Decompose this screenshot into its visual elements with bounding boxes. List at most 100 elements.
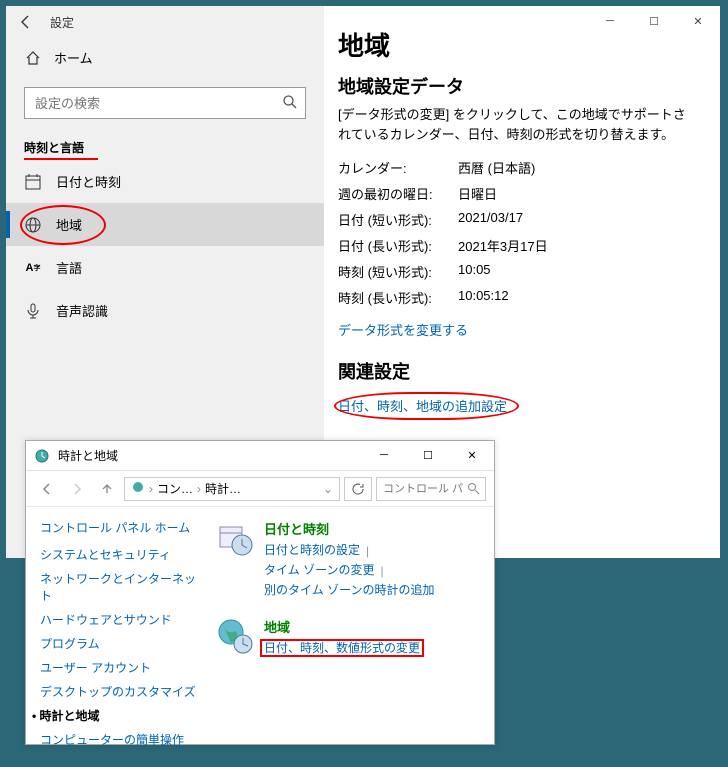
- nav-datetime-label: 日付と時刻: [56, 172, 121, 191]
- breadcrumb-icon: [131, 480, 145, 497]
- language-icon: A字: [24, 259, 42, 277]
- nav-region-label: 地域: [56, 215, 82, 234]
- search-input[interactable]: [24, 87, 306, 119]
- link-number-format[interactable]: 日付、時刻、数値形式の変更: [264, 641, 420, 655]
- home-label: ホーム: [54, 48, 93, 67]
- nav-speech[interactable]: 音声認識: [6, 289, 324, 332]
- separator: |: [366, 544, 369, 558]
- home-nav[interactable]: ホーム: [6, 38, 324, 77]
- globe-icon: [24, 216, 42, 234]
- link-timezone-change[interactable]: タイム ゾーンの変更: [264, 561, 375, 578]
- section-subheading: 地域設定データ: [338, 73, 696, 99]
- chevron-down-icon[interactable]: ⌄: [323, 482, 333, 496]
- row-longtime: 時刻 (長い形式):10:05:12: [338, 288, 696, 307]
- close-button[interactable]: ✕: [676, 6, 720, 36]
- search-wrap: [24, 87, 306, 119]
- cp-body: コントロール パネル ホーム システムとセキュリティ ネットワークとインターネッ…: [26, 507, 494, 767]
- link-add-clock[interactable]: 別のタイム ゾーンの時計の追加: [264, 581, 435, 598]
- nav-back-button[interactable]: [34, 476, 60, 502]
- side-item-ease[interactable]: コンピューターの簡単操作: [40, 731, 200, 748]
- section-text: 時刻と言語: [24, 141, 84, 155]
- microphone-icon: [24, 302, 42, 320]
- breadcrumb[interactable]: › コン… › 時計… ⌄: [124, 477, 340, 501]
- side-item-clock-region[interactable]: • 時計と地域: [40, 707, 200, 724]
- maximize-button[interactable]: ☐: [632, 6, 676, 36]
- firstday-key: 週の最初の曜日:: [338, 184, 458, 203]
- link-datetime-settings[interactable]: 日付と時刻の設定: [264, 541, 360, 558]
- row-longdate: 日付 (長い形式):2021年3月17日: [338, 236, 696, 255]
- longtime-val: 10:05:12: [458, 288, 509, 307]
- cp-home-link[interactable]: コントロール パネル ホーム: [40, 519, 200, 536]
- cp-nav-bar: › コン… › 時計… ⌄: [26, 471, 494, 507]
- side-item-network[interactable]: ネットワークとインターネット: [40, 570, 200, 604]
- firstday-val: 日曜日: [458, 184, 497, 203]
- row-shortdate: 日付 (短い形式):2021/03/17: [338, 210, 696, 229]
- row-calendar: カレンダー:西暦 (日本語): [338, 158, 696, 177]
- cp-main: 日付と時刻 日付と時刻の設定 | タイム ゾーンの変更 | 別のタイム ゾーンの…: [216, 519, 480, 755]
- nav-forward-button[interactable]: [64, 476, 90, 502]
- longtime-key: 時刻 (長い形式):: [338, 288, 458, 307]
- longdate-key: 日付 (長い形式):: [338, 236, 458, 255]
- row-firstday: 週の最初の曜日:日曜日: [338, 184, 696, 203]
- cp-maximize-button[interactable]: ☐: [406, 441, 450, 469]
- chevron-right-icon: ›: [149, 482, 153, 496]
- home-icon: [24, 49, 42, 67]
- cat-datetime-title[interactable]: 日付と時刻: [264, 519, 435, 538]
- nav-datetime[interactable]: 日付と時刻: [6, 160, 324, 203]
- separator: |: [381, 564, 384, 578]
- change-format-link[interactable]: データ形式を変更する: [338, 320, 468, 339]
- category-region-body: 地域 日付、時刻、数値形式の変更: [264, 617, 420, 656]
- cp-minimize-button[interactable]: ─: [362, 441, 406, 469]
- related-link-wrap: 日付、時刻、地域の追加設定: [338, 396, 507, 416]
- window-buttons: ─ ☐ ✕: [588, 6, 720, 36]
- region-icon: [216, 617, 254, 655]
- side-item-clock-label: 時計と地域: [40, 709, 100, 723]
- cp-sidebar: コントロール パネル ホーム システムとセキュリティ ネットワークとインターネッ…: [40, 519, 200, 755]
- shortdate-key: 日付 (短い形式):: [338, 210, 458, 229]
- category-region: 地域 日付、時刻、数値形式の変更: [216, 617, 480, 656]
- nav-language-label: 言語: [56, 258, 82, 277]
- datetime-icon: [216, 519, 254, 557]
- nav-region[interactable]: 地域: [6, 203, 324, 246]
- nav-up-button[interactable]: [94, 476, 120, 502]
- window-title: 設定: [50, 14, 74, 31]
- cat-region-title[interactable]: 地域: [264, 617, 420, 636]
- crumb1: コン…: [157, 480, 193, 497]
- section-description: [データ形式の変更] をクリックして、この地域でサポートされているカレンダー、日…: [338, 105, 696, 144]
- category-datetime: 日付と時刻 日付と時刻の設定 | タイム ゾーンの変更 | 別のタイム ゾーンの…: [216, 519, 480, 601]
- category-datetime-body: 日付と時刻 日付と時刻の設定 | タイム ゾーンの変更 | 別のタイム ゾーンの…: [264, 519, 435, 601]
- section-label: 時刻と言語: [6, 129, 324, 160]
- cp-window-buttons: ─ ☐ ✕: [362, 441, 494, 469]
- cp-close-button[interactable]: ✕: [450, 441, 494, 469]
- related-heading: 関連設定: [338, 358, 696, 384]
- longdate-val: 2021年3月17日: [458, 236, 548, 255]
- side-item-users[interactable]: ユーザー アカウント: [40, 659, 200, 676]
- title-bar: 設定: [6, 6, 324, 38]
- related-link[interactable]: 日付、時刻、地域の追加設定: [338, 396, 507, 415]
- minimize-button[interactable]: ─: [588, 6, 632, 36]
- shorttime-key: 時刻 (短い形式):: [338, 262, 458, 281]
- nav-language[interactable]: A字 言語: [6, 246, 324, 289]
- clock-region-icon: [34, 448, 50, 464]
- refresh-button[interactable]: [344, 477, 372, 501]
- side-item-desktop[interactable]: デスクトップのカスタマイズ: [40, 683, 200, 700]
- shorttime-val: 10:05: [458, 262, 491, 281]
- cp-search-wrap: [376, 477, 486, 501]
- back-button[interactable]: [14, 10, 38, 34]
- cp-titlebar: 時計と地域 ─ ☐ ✕: [26, 441, 494, 471]
- search-icon: [467, 482, 480, 495]
- annotation-red-box: 日付、時刻、数値形式の変更: [264, 641, 420, 655]
- row-shorttime: 時刻 (短い形式):10:05: [338, 262, 696, 281]
- crumb2: 時計…: [205, 480, 241, 497]
- calendar-val: 西暦 (日本語): [458, 158, 535, 177]
- side-item-programs[interactable]: プログラム: [40, 635, 200, 652]
- side-item-hardware[interactable]: ハードウェアとサウンド: [40, 611, 200, 628]
- nav-speech-label: 音声認識: [56, 301, 108, 320]
- search-icon: [282, 94, 298, 110]
- calendar-icon: [24, 173, 42, 191]
- chevron-right-icon: ›: [197, 482, 201, 496]
- side-item-system[interactable]: システムとセキュリティ: [40, 546, 200, 563]
- shortdate-val: 2021/03/17: [458, 210, 523, 229]
- calendar-key: カレンダー:: [338, 158, 458, 177]
- cp-title: 時計と地域: [58, 447, 118, 464]
